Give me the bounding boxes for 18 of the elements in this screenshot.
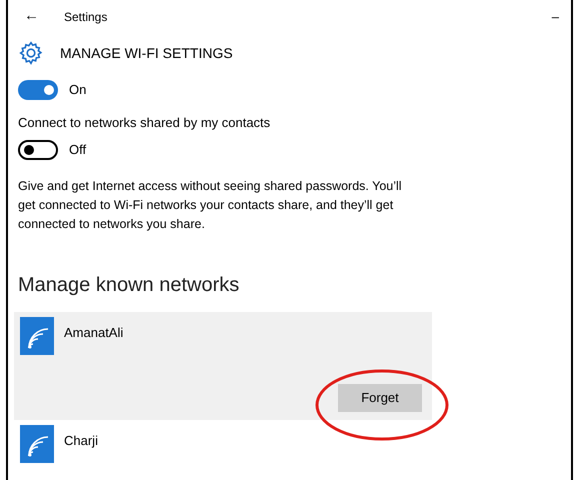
wifi-icon [20,424,54,462]
description-text: Give and get Internet access without seeing shared passwords. You’ll get connected to Wi-Fi networks your contacts share, and they’ll get connected to networks you share. [18,178,403,233]
back-button[interactable]: ← [24,5,64,28]
toggle-switch[interactable] [18,80,58,100]
network-name: Charji [64,432,98,450]
minimize-button[interactable]: – [552,6,559,26]
network-item[interactable]: AmanatAli Forget [14,312,432,420]
setting-label: Connect to networks shared by my contacts [18,114,272,132]
forget-button[interactable]: Forget [338,384,422,412]
page-title: MANAGE WI-FI SETTINGS [60,44,233,62]
wifi-icon [20,316,54,354]
toggle-state: On [69,81,86,100]
toggle-switch[interactable] [18,140,58,160]
toggle-state: Off [69,140,86,159]
window-title: Settings [64,8,108,26]
gear-icon [18,40,44,66]
section-heading: Manage known networks [18,272,240,298]
network-name: AmanatAli [64,324,124,342]
